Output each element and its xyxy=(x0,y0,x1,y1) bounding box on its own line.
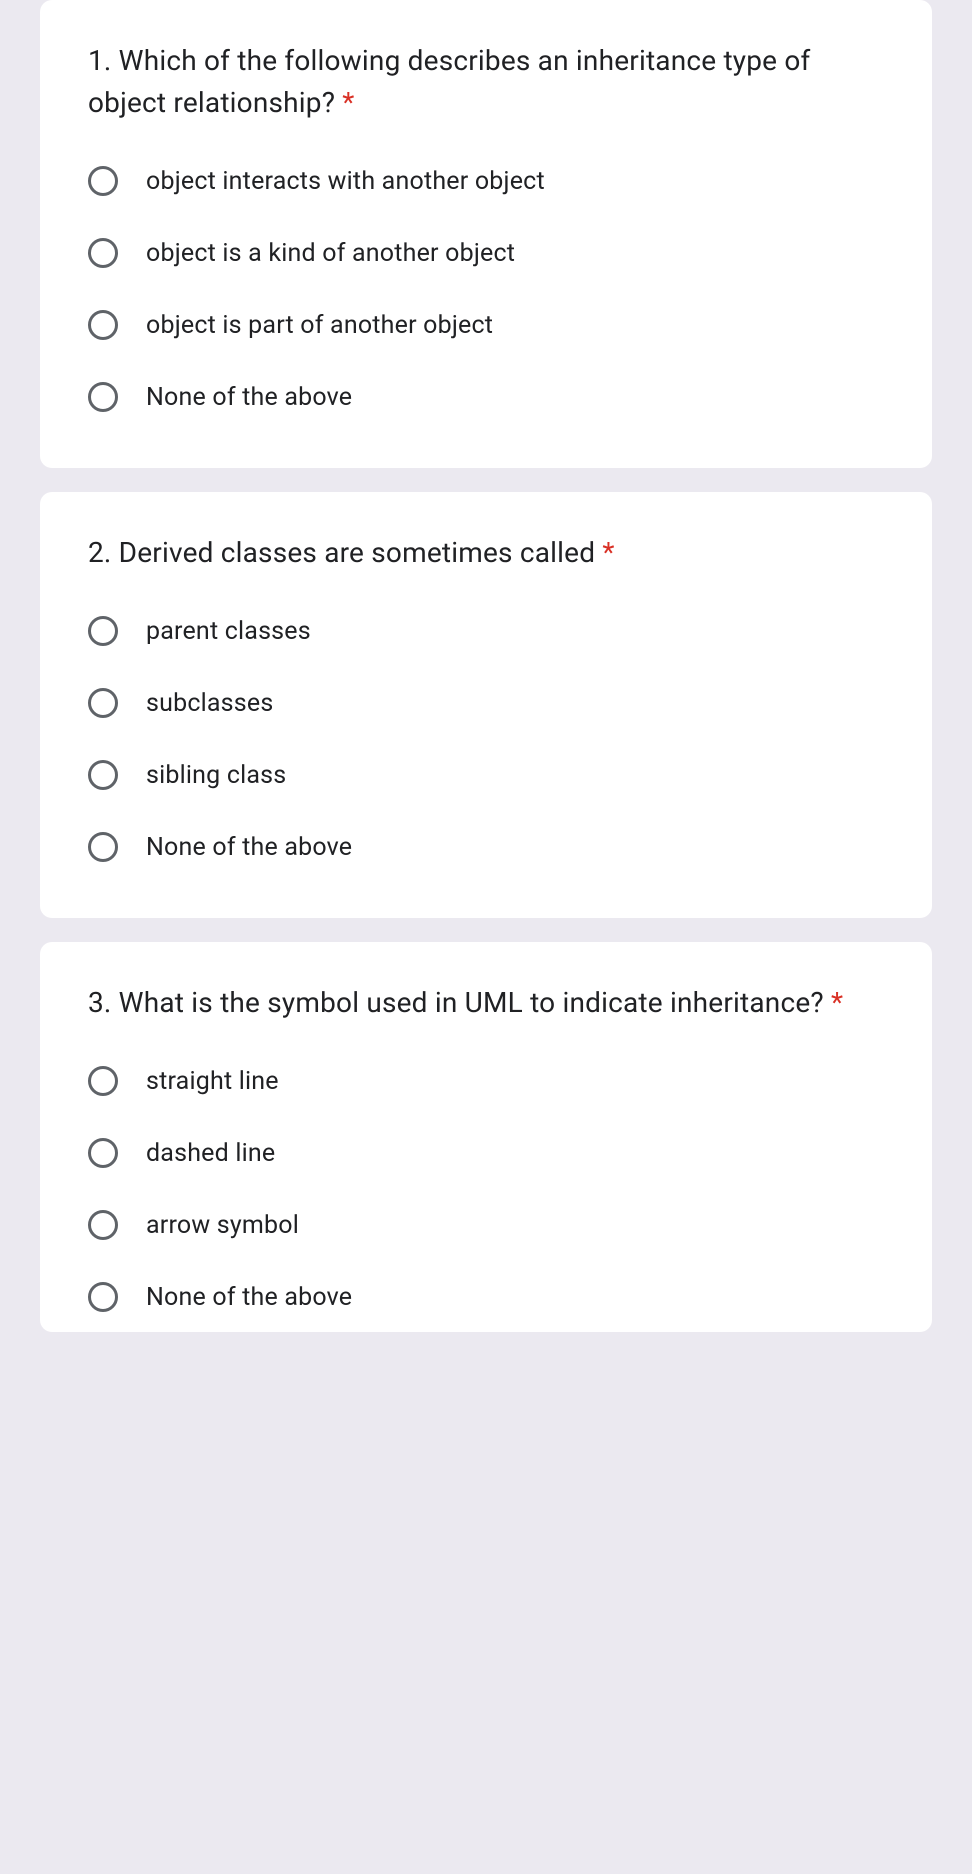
question-number: 1. xyxy=(88,44,119,77)
question-card-2: 2. Derived classes are sometimes called … xyxy=(40,492,932,918)
radio-option[interactable]: None of the above xyxy=(88,832,884,862)
radio-icon xyxy=(88,1066,118,1096)
question-text: What is the symbol used in UML to indica… xyxy=(119,986,824,1019)
option-label: None of the above xyxy=(146,1283,352,1312)
question-text: Which of the following describes an inhe… xyxy=(88,44,810,119)
option-label: straight line xyxy=(146,1067,279,1096)
radio-option[interactable]: sibling class xyxy=(88,760,884,790)
radio-option[interactable]: object is part of another object xyxy=(88,310,884,340)
option-label: parent classes xyxy=(146,617,311,646)
radio-icon xyxy=(88,310,118,340)
question-title: 2. Derived classes are sometimes called … xyxy=(88,532,884,574)
question-title: 3. What is the symbol used in UML to ind… xyxy=(88,982,884,1024)
radio-icon xyxy=(88,238,118,268)
option-label: subclasses xyxy=(146,689,273,718)
option-label: object is part of another object xyxy=(146,311,493,340)
option-label: dashed line xyxy=(146,1139,275,1168)
option-label: None of the above xyxy=(146,383,352,412)
option-label: object interacts with another object xyxy=(146,167,545,196)
radio-option[interactable]: None of the above xyxy=(88,382,884,412)
question-title: 1. Which of the following describes an i… xyxy=(88,40,884,124)
option-label: arrow symbol xyxy=(146,1211,299,1240)
radio-icon xyxy=(88,832,118,862)
question-card-3: 3. What is the symbol used in UML to ind… xyxy=(40,942,932,1332)
option-label: object is a kind of another object xyxy=(146,239,515,268)
question-number: 2. xyxy=(88,536,119,569)
radio-option[interactable]: straight line xyxy=(88,1066,884,1096)
radio-icon xyxy=(88,1138,118,1168)
radio-option[interactable]: object is a kind of another object xyxy=(88,238,884,268)
radio-option[interactable]: arrow symbol xyxy=(88,1210,884,1240)
radio-option[interactable]: None of the above xyxy=(88,1282,884,1312)
question-number: 3. xyxy=(88,986,119,1019)
radio-option[interactable]: subclasses xyxy=(88,688,884,718)
required-asterisk: * xyxy=(335,86,354,119)
option-label: None of the above xyxy=(146,833,352,862)
question-card-1: 1. Which of the following describes an i… xyxy=(40,0,932,468)
required-asterisk: * xyxy=(824,986,843,1019)
radio-icon xyxy=(88,166,118,196)
radio-icon xyxy=(88,1282,118,1312)
radio-icon xyxy=(88,1210,118,1240)
radio-option[interactable]: dashed line xyxy=(88,1138,884,1168)
radio-option[interactable]: object interacts with another object xyxy=(88,166,884,196)
radio-icon xyxy=(88,616,118,646)
required-asterisk: * xyxy=(595,536,614,569)
radio-icon xyxy=(88,382,118,412)
radio-icon xyxy=(88,688,118,718)
radio-option[interactable]: parent classes xyxy=(88,616,884,646)
question-text: Derived classes are sometimes called xyxy=(119,536,596,569)
radio-icon xyxy=(88,760,118,790)
option-label: sibling class xyxy=(146,761,286,790)
